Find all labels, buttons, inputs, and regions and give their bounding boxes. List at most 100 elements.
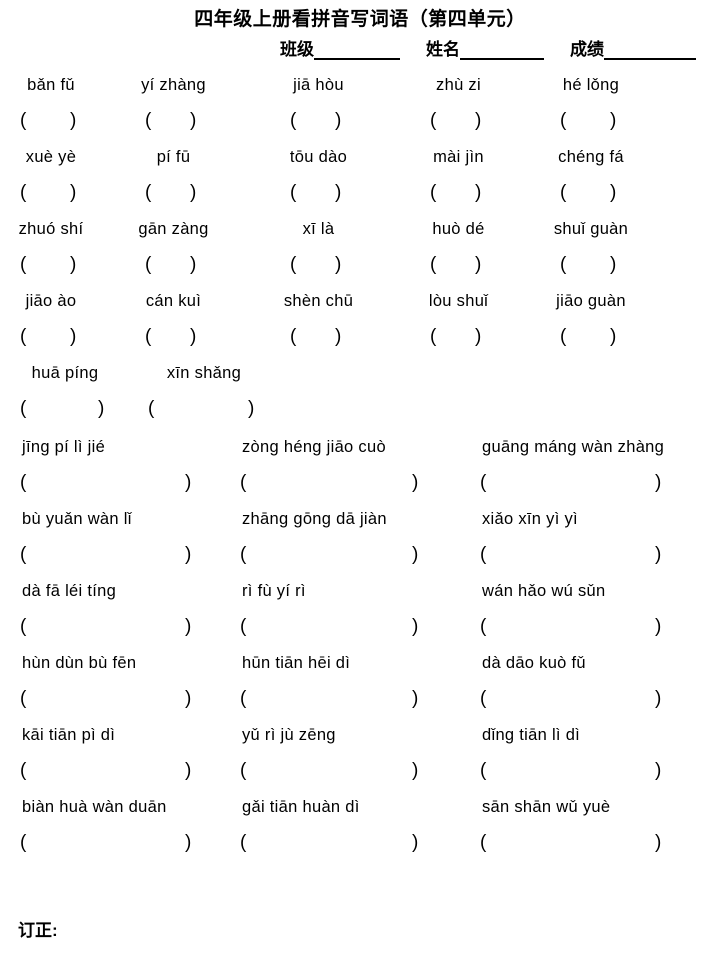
pinyin-line: jiāo ào cán kuì shèn chū lòu shuǐ jiāo guàn bbox=[0, 286, 720, 322]
answer-line: () () bbox=[0, 394, 720, 430]
paren-open: ( bbox=[560, 254, 567, 275]
paren-close: ) bbox=[98, 398, 105, 419]
paren-close: ) bbox=[190, 110, 197, 131]
paren-close: ) bbox=[610, 110, 617, 131]
pinyin-prompt: hùn dùn bù fēn bbox=[22, 654, 137, 672]
answer-line: () () () bbox=[0, 612, 720, 648]
idiom-row: jīng pí lì jié zòng héng jiāo cuò guāng má… bbox=[0, 432, 720, 504]
pinyin-prompt: xīn shǎng bbox=[166, 364, 242, 382]
class-field-blank[interactable] bbox=[314, 43, 400, 60]
pinyin-prompt: dǐng tiān lì dì bbox=[482, 726, 581, 744]
idiom-row: hùn dùn bù fēn hūn tiān hēi dì dà dāo kuò … bbox=[0, 648, 720, 720]
idiom-row: biàn huà wàn duān gǎi tiān huàn dì sān shā… bbox=[0, 792, 720, 864]
paren-close: ) bbox=[655, 832, 662, 853]
pinyin-prompt: rì fù yí rì bbox=[242, 582, 306, 600]
name-field-blank[interactable] bbox=[460, 43, 544, 60]
pinyin-line: bù yuǎn wàn lǐ zhāng gōng dā jiàn xiǎo xīn… bbox=[0, 504, 720, 540]
paren-close: ) bbox=[475, 182, 482, 203]
paren-close: ) bbox=[70, 326, 77, 347]
paren-close: ) bbox=[335, 110, 342, 131]
paren-close: ) bbox=[412, 688, 419, 709]
paren-close: ) bbox=[655, 760, 662, 781]
class-field-label: 班级 bbox=[280, 40, 314, 59]
paren-open: ( bbox=[240, 688, 247, 709]
pinyin-prompt: dà fā léi tíng bbox=[22, 582, 117, 600]
paren-open: ( bbox=[20, 326, 27, 347]
pinyin-line: hùn dùn bù fēn hūn tiān hēi dì dà dāo kuò … bbox=[0, 648, 720, 684]
pinyin-prompt: zhāng gōng dā jiàn bbox=[242, 510, 387, 528]
pinyin-prompt: zòng héng jiāo cuò bbox=[242, 438, 386, 456]
answer-line: () () () () () bbox=[0, 178, 720, 214]
correction-label: 订正: bbox=[18, 921, 58, 940]
answer-line: () () () () () bbox=[0, 322, 720, 358]
pinyin-prompt: hé lǒng bbox=[562, 76, 620, 94]
paren-open: ( bbox=[290, 254, 297, 275]
name-field: 姓名 bbox=[426, 40, 544, 60]
score-field-blank[interactable] bbox=[604, 43, 696, 60]
paren-open: ( bbox=[430, 182, 437, 203]
pinyin-line: kāi tiān pì dì yǔ rì jù zēng dǐng tiān lì … bbox=[0, 720, 720, 756]
paren-close: ) bbox=[190, 182, 197, 203]
paren-open: ( bbox=[430, 326, 437, 347]
name-field-label: 姓名 bbox=[426, 40, 460, 59]
paren-close: ) bbox=[190, 326, 197, 347]
paren-close: ) bbox=[70, 182, 77, 203]
paren-close: ) bbox=[248, 398, 255, 419]
paren-close: ) bbox=[70, 254, 77, 275]
paren-open: ( bbox=[480, 616, 487, 637]
word-row: zhuó shí gān zàng xī là huò dé shuǐ guàn()()… bbox=[0, 214, 720, 286]
paren-close: ) bbox=[412, 616, 419, 637]
paren-open: ( bbox=[240, 760, 247, 781]
answer-line: () () () bbox=[0, 828, 720, 864]
pinyin-prompt: wán hǎo wú sǔn bbox=[482, 582, 606, 600]
paren-close: ) bbox=[185, 760, 192, 781]
page-title: 四年级上册看拼音写词语（第四单元） bbox=[194, 9, 526, 30]
pinyin-line: huā píng xīn shǎng bbox=[0, 358, 720, 394]
paren-close: ) bbox=[475, 254, 482, 275]
class-field: 班级 bbox=[280, 40, 400, 60]
paren-close: ) bbox=[412, 760, 419, 781]
paren-close: ) bbox=[335, 254, 342, 275]
paren-open: ( bbox=[20, 760, 27, 781]
paren-open: ( bbox=[240, 472, 247, 493]
pinyin-prompt: chéng fá bbox=[558, 148, 624, 166]
paren-open: ( bbox=[145, 182, 152, 203]
paren-open: ( bbox=[240, 616, 247, 637]
word-row: bǎn fǔ yí zhàng jiā hòu zhù zi hé lǒng()()()… bbox=[0, 70, 720, 142]
pinyin-prompt: jīng pí lì jié bbox=[22, 438, 106, 456]
paren-open: ( bbox=[20, 182, 27, 203]
paren-open: ( bbox=[20, 832, 27, 853]
answer-line: () () () () () bbox=[0, 106, 720, 142]
paren-close: ) bbox=[655, 544, 662, 565]
word-row: huā píng xīn shǎng () () bbox=[0, 358, 720, 430]
paren-close: ) bbox=[185, 832, 192, 853]
paren-open: ( bbox=[480, 760, 487, 781]
paren-open: ( bbox=[240, 544, 247, 565]
pinyin-line: dà fā léi tíng rì fù yí rì wán hǎo wú sǔn bbox=[0, 576, 720, 612]
paren-close: ) bbox=[185, 688, 192, 709]
pinyin-prompt: biàn huà wàn duān bbox=[22, 798, 167, 816]
paren-open: ( bbox=[560, 110, 567, 131]
idiom-row: kāi tiān pì dì yǔ rì jù zēng dǐng tiān lì … bbox=[0, 720, 720, 792]
answer-line: () () () () () bbox=[0, 250, 720, 286]
paren-open: ( bbox=[480, 832, 487, 853]
pinyin-prompt: bù yuǎn wàn lǐ bbox=[22, 510, 132, 528]
four-character-idiom-section: jīng pí lì jié zòng héng jiāo cuò guāng má… bbox=[0, 432, 720, 864]
paren-close: ) bbox=[190, 254, 197, 275]
pinyin-prompt: dà dāo kuò fǔ bbox=[482, 654, 586, 672]
paren-open: ( bbox=[480, 472, 487, 493]
paren-open: ( bbox=[20, 254, 27, 275]
pinyin-prompt: yǔ rì jù zēng bbox=[242, 726, 336, 744]
answer-line: () () () bbox=[0, 468, 720, 504]
word-row: jiāo ào cán kuì shèn chū lòu shuǐ jiāo guàn (… bbox=[0, 286, 720, 358]
pinyin-line: biàn huà wàn duān gǎi tiān huàn dì sān shā… bbox=[0, 792, 720, 828]
worksheet-page: 四年级上册看拼音写词语（第四单元） 班级 姓名 成绩 bǎn fǔ yí zhàn… bbox=[0, 0, 720, 963]
pinyin-prompt: kāi tiān pì dì bbox=[22, 726, 116, 744]
pinyin-prompt: gǎi tiān huàn dì bbox=[242, 798, 360, 816]
paren-open: ( bbox=[20, 616, 27, 637]
paren-open: ( bbox=[20, 398, 27, 419]
paren-open: ( bbox=[20, 544, 27, 565]
student-info-header: 班级 姓名 成绩 bbox=[0, 40, 720, 60]
paren-close: ) bbox=[475, 110, 482, 131]
paren-close: ) bbox=[412, 832, 419, 853]
